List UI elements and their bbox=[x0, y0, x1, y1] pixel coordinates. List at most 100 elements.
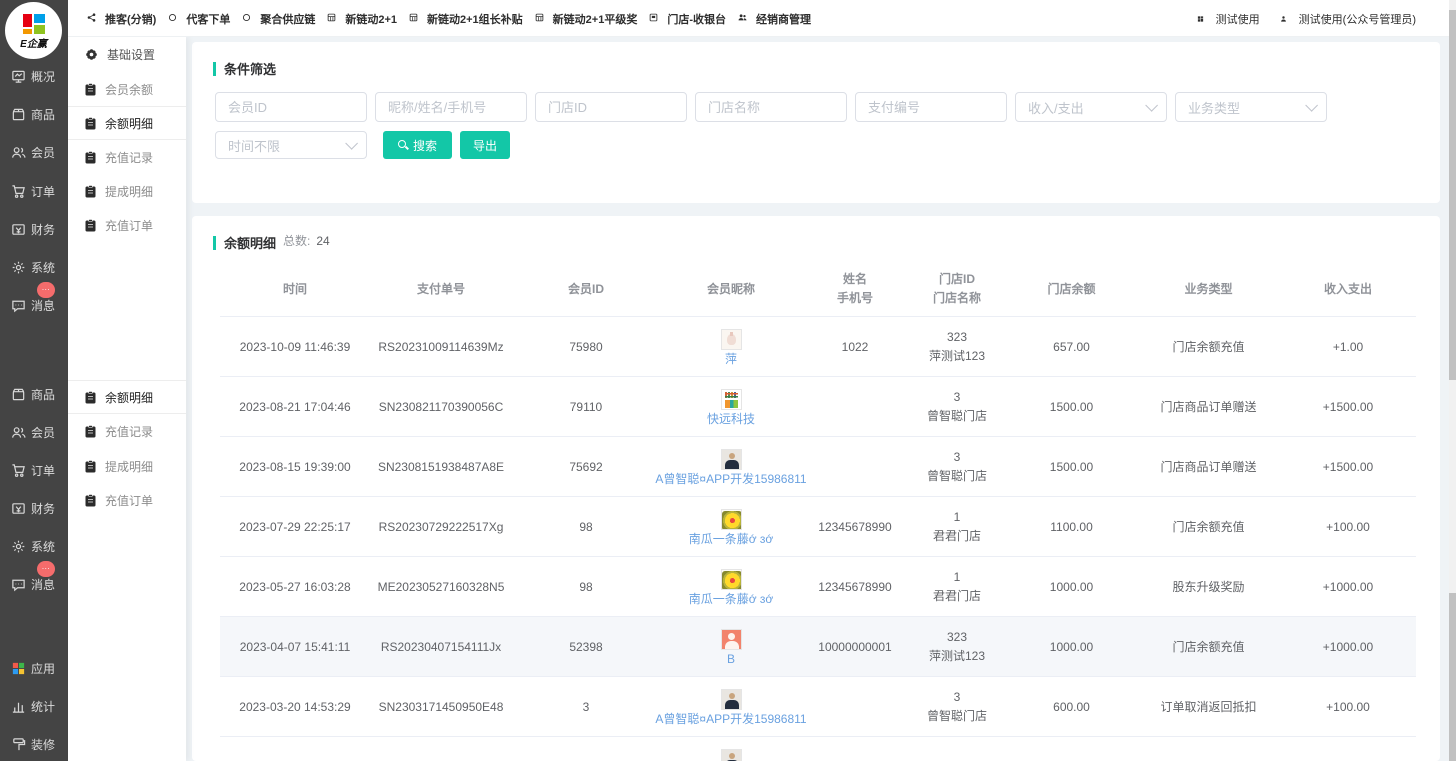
submenu-item-label: 余额明细 bbox=[105, 115, 153, 132]
in-out-select-value: 收入/支出 bbox=[1028, 98, 1084, 117]
member-id-input[interactable] bbox=[215, 92, 367, 122]
cell-biz-type: 门店余额充值 bbox=[1137, 338, 1280, 356]
rail-item-b-0[interactable]: 商品 bbox=[0, 384, 68, 404]
rail-item-c-0[interactable]: 应用 bbox=[0, 658, 68, 678]
members-icon bbox=[11, 145, 26, 160]
top-nav-item-6[interactable]: 门店-收银台 bbox=[649, 11, 726, 27]
submenu-item-a-3[interactable]: 充值记录 bbox=[68, 140, 186, 174]
doc-icon bbox=[85, 185, 96, 198]
cell-time: 2023-08-15 19:39:00 bbox=[220, 458, 370, 476]
rail-item-c-1[interactable]: 统计 bbox=[0, 696, 68, 716]
scrollbar[interactable] bbox=[1449, 0, 1456, 761]
store-id-input[interactable] bbox=[535, 92, 687, 122]
cell-member-id: 79110 bbox=[512, 398, 660, 416]
submenu-item-label: 充值记录 bbox=[105, 149, 153, 166]
rail-item-a-1[interactable]: 商品 bbox=[0, 104, 68, 124]
pay-no-input[interactable] bbox=[855, 92, 1007, 122]
member-nickname-link[interactable]: A曾智聪¤APP开发15986811 bbox=[655, 712, 806, 726]
top-nav-item-label: 经销商管理 bbox=[756, 11, 811, 27]
top-nav-item-4[interactable]: 新链动2+1组长补贴 bbox=[409, 11, 523, 27]
rail-item-a-2[interactable]: 会员 bbox=[0, 142, 68, 162]
export-button[interactable]: 导出 bbox=[460, 131, 510, 159]
circle-icon bbox=[242, 12, 255, 25]
top-nav-item-1[interactable]: 代客下单 bbox=[168, 11, 230, 27]
nickname-input[interactable] bbox=[375, 92, 527, 122]
top-nav-item-2[interactable]: 聚合供应链 bbox=[242, 11, 315, 27]
rail-item-a-3[interactable]: 订单 bbox=[0, 181, 68, 201]
scrollbar-thumb-bottom[interactable] bbox=[1449, 593, 1456, 761]
top-nav-item-3[interactable]: 新链动2+1 bbox=[327, 11, 397, 27]
chevron-down-icon bbox=[1145, 99, 1158, 112]
rail-item-b-5[interactable]: 消息... bbox=[0, 574, 68, 594]
time-select[interactable]: 时间不限 bbox=[215, 131, 367, 159]
system-icon bbox=[11, 260, 26, 275]
submenu-item-a-5[interactable]: 充值订单 bbox=[68, 208, 186, 242]
rail-item-b-2[interactable]: 订单 bbox=[0, 460, 68, 480]
cell-name-phone: 12345678990 bbox=[802, 578, 908, 596]
table-row: 3 bbox=[220, 737, 1416, 761]
store-name-input[interactable] bbox=[695, 92, 847, 122]
table-row: 2023-08-15 19:39:00 SN2308151938487A8E 7… bbox=[220, 437, 1416, 497]
store-id: 3 bbox=[908, 688, 1006, 707]
rail-item-b-1[interactable]: 会员 bbox=[0, 422, 68, 442]
rail-item-label: 消息 bbox=[31, 576, 55, 593]
balance-table: 时间 支付单号 会员ID 会员昵称 姓名手机号 门店ID门店名称 门店余额 业务… bbox=[220, 262, 1416, 761]
member-nickname-link[interactable]: B bbox=[727, 652, 735, 666]
brand-logo[interactable]: E企赢 bbox=[5, 2, 62, 59]
scrollbar-thumb-top[interactable] bbox=[1449, 10, 1456, 380]
rail-item-label: 财务 bbox=[31, 221, 55, 238]
cell-member-id: 3 bbox=[512, 698, 660, 716]
table-row: 2023-10-09 11:46:39 RS20231009114639Mz 7… bbox=[220, 317, 1416, 377]
rail-item-a-5[interactable]: 系统 bbox=[0, 257, 68, 277]
submenu-item-b-1[interactable]: 充值记录 bbox=[68, 414, 186, 448]
workspace-switcher[interactable]: 测试使用 bbox=[1197, 11, 1260, 27]
cell-name-phone: 10000000001 bbox=[802, 638, 908, 656]
rail-item-c-2[interactable]: 装修 bbox=[0, 734, 68, 754]
member-nickname-link[interactable]: 南瓜一条藤ớ ɜớ bbox=[689, 532, 774, 546]
member-nickname-link[interactable]: 快远科技 bbox=[707, 412, 755, 426]
submenu-item-a-2[interactable]: 余额明细 bbox=[68, 106, 186, 140]
in-out-select[interactable]: 收入/支出 bbox=[1015, 92, 1167, 122]
submenu-item-a-1[interactable]: 会员余额 bbox=[68, 72, 186, 106]
submenu-item-b-3[interactable]: 充值订单 bbox=[68, 483, 186, 517]
orders-icon bbox=[11, 184, 26, 199]
rail-item-a-0[interactable]: 概况 bbox=[0, 66, 68, 86]
search-button[interactable]: 搜索 bbox=[383, 131, 452, 159]
member-avatar bbox=[721, 629, 742, 650]
top-nav-item-5[interactable]: 新链动2+1平级奖 bbox=[535, 11, 638, 27]
top-nav-item-0[interactable]: 推客(分销) bbox=[87, 11, 156, 27]
cell-store: 3 曾智聪门店 bbox=[908, 388, 1006, 426]
doc-icon bbox=[85, 83, 96, 96]
submenu-item-b-0[interactable]: 余额明细 bbox=[68, 380, 186, 414]
submenu-item-a-4[interactable]: 提成明细 bbox=[68, 174, 186, 208]
submenu-item-a-0[interactable]: 基础设置 bbox=[68, 37, 186, 71]
cell-time: 2023-05-27 16:03:28 bbox=[220, 578, 370, 596]
store-name: 曾智聪门店 bbox=[908, 467, 1006, 486]
rail-item-a-4[interactable]: 财务 bbox=[0, 219, 68, 239]
goods-icon bbox=[11, 107, 26, 122]
chevron-down-icon bbox=[1305, 99, 1318, 112]
cell-member-id: 98 bbox=[512, 578, 660, 596]
member-nickname-link[interactable]: 萍 bbox=[725, 352, 737, 366]
store-id: 1 bbox=[908, 508, 1006, 527]
cell-store: 323 萍测试123 bbox=[908, 628, 1006, 666]
cell-amount: +1500.00 bbox=[1280, 458, 1416, 476]
users-icon bbox=[738, 12, 751, 25]
current-user[interactable]: 测试使用(公众号管理员) bbox=[1280, 11, 1416, 27]
rail-item-a-6[interactable]: 消息... bbox=[0, 295, 68, 315]
member-nickname-link[interactable]: 南瓜一条藤ớ ɜớ bbox=[689, 592, 774, 606]
submenu-item-b-2[interactable]: 提成明细 bbox=[68, 449, 186, 483]
brand-name: E企赢 bbox=[20, 35, 47, 50]
col-header-balance: 门店余额 bbox=[1006, 280, 1137, 299]
rail-item-b-4[interactable]: 系统 bbox=[0, 536, 68, 556]
cell-store: 323 萍测试123 bbox=[908, 328, 1006, 366]
sub-sidebar: 基础设置会员余额余额明细充值记录提成明细充值订单余额明细充值记录提成明细充值订单 bbox=[68, 37, 186, 761]
cell-nickname: A曾智聪¤APP开发15986811 bbox=[660, 437, 802, 497]
biz-type-select[interactable]: 业务类型 bbox=[1175, 92, 1327, 122]
top-nav-item-7[interactable]: 经销商管理 bbox=[738, 11, 811, 27]
cell-nickname: A曾智聪¤APP开发15986811 bbox=[660, 677, 802, 737]
cell-amount: +1500.00 bbox=[1280, 398, 1416, 416]
rail-item-b-3[interactable]: 财务 bbox=[0, 498, 68, 518]
cell-amount: +100.00 bbox=[1280, 698, 1416, 716]
member-nickname-link[interactable]: A曾智聪¤APP开发15986811 bbox=[655, 472, 806, 486]
